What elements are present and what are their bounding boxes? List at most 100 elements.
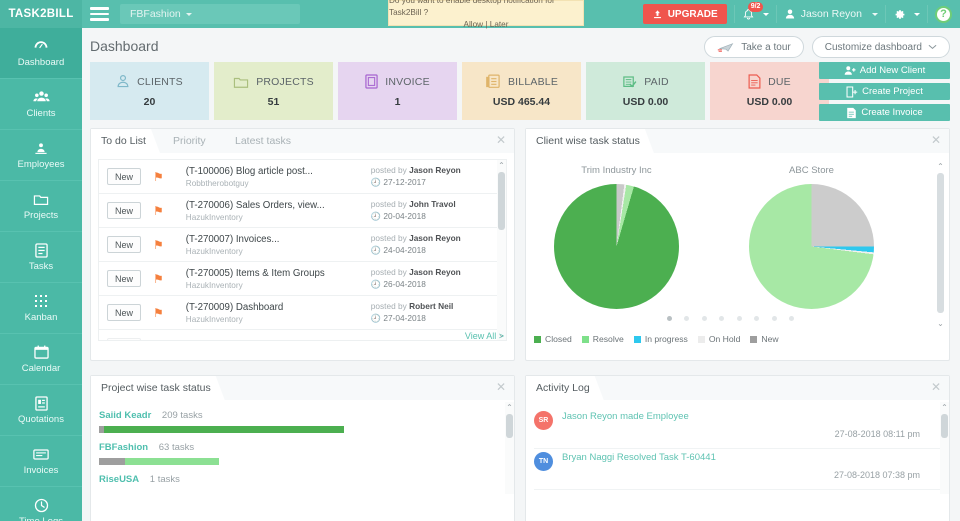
upgrade-button[interactable]: UPGRADE bbox=[642, 4, 727, 24]
status-badge[interactable]: New bbox=[107, 338, 142, 340]
sidebar-item-clients[interactable]: Clients bbox=[0, 79, 82, 130]
flag-icon[interactable]: ⚑ bbox=[153, 307, 164, 319]
tab-activity-log[interactable]: Activity Log bbox=[526, 376, 604, 400]
scroll-up-icon[interactable]: ⌃ bbox=[505, 403, 514, 412]
todo-row[interactable]: New ⚑ (T-100006) Blog article post... Ro… bbox=[99, 160, 506, 194]
todo-row[interactable]: New ⚑ (T-270005) Items & Item Groups Haz… bbox=[99, 262, 506, 296]
add-new-client-button[interactable]: Add New Client bbox=[819, 62, 950, 79]
scroll-up-icon[interactable]: ⌃ bbox=[497, 161, 506, 170]
pagination-dot[interactable] bbox=[719, 316, 725, 321]
todo-date-value: 27-12-2017 bbox=[383, 177, 426, 187]
sidebar-item-employees[interactable]: Employees bbox=[0, 130, 82, 181]
pagination-dot[interactable] bbox=[684, 316, 690, 321]
close-icon[interactable]: ✕ bbox=[496, 381, 506, 393]
sidebar-item-kanban[interactable]: Kanban bbox=[0, 283, 82, 334]
todo-scroll-area[interactable]: New ⚑ (T-100006) Blog article post... Ro… bbox=[98, 159, 507, 341]
scrollbar-vertical[interactable]: ⌃ ⌄ bbox=[497, 160, 506, 340]
tab-latest-tasks[interactable]: Latest tasks bbox=[225, 129, 305, 153]
scrollbar-vertical[interactable]: ⌃ bbox=[940, 402, 949, 494]
tab-client-wise-task-status[interactable]: Client wise task status bbox=[526, 129, 654, 153]
scrollbar-thumb[interactable] bbox=[941, 414, 948, 438]
scroll-up-icon[interactable]: ⌃ bbox=[940, 403, 949, 412]
project-name[interactable]: Saiid Keadr bbox=[99, 410, 151, 421]
flag-icon[interactable]: ⚑ bbox=[153, 205, 164, 217]
todo-row[interactable]: New ⚑ (T-270007) Invoices... HazukInvent… bbox=[99, 228, 506, 262]
create-project-button[interactable]: Create Project bbox=[819, 83, 950, 100]
todo-row[interactable]: New ⚑ (T-210002) Shipping rate posted by… bbox=[99, 330, 506, 342]
list-item[interactable]: RiseUSA 1 tasks bbox=[99, 474, 507, 485]
sidebar-item-quotations[interactable]: Quotations bbox=[0, 385, 82, 436]
tab-priority[interactable]: Priority bbox=[163, 129, 220, 153]
close-icon[interactable]: ✕ bbox=[496, 134, 506, 146]
tab-todo-list[interactable]: To do List bbox=[91, 129, 160, 153]
kpi-card-paid[interactable]: PAID USD 0.00 bbox=[586, 62, 705, 120]
scrollbar-thumb[interactable] bbox=[498, 172, 505, 230]
sidebar-item-projects[interactable]: Projects bbox=[0, 181, 82, 232]
app-logo[interactable]: TASK2BILL bbox=[0, 0, 82, 28]
view-all-link[interactable]: View All > bbox=[465, 331, 504, 341]
project-name[interactable]: RiseUSA bbox=[99, 474, 139, 485]
kpi-label: PAID bbox=[644, 75, 669, 88]
status-badge[interactable]: New bbox=[107, 168, 142, 185]
sidebar-item-dashboard[interactable]: Dashboard bbox=[0, 28, 82, 79]
status-badge[interactable]: New bbox=[107, 304, 142, 321]
pagination-dot[interactable] bbox=[736, 316, 742, 321]
sidebar-item-label: Employees bbox=[17, 159, 65, 170]
scroll-down-icon[interactable]: ⌄ bbox=[936, 319, 945, 328]
list-item[interactable]: Saiid Keadr 209 tasks bbox=[99, 410, 507, 433]
pagination-dot[interactable] bbox=[701, 316, 707, 321]
posted-by-name: John Travol bbox=[409, 199, 456, 209]
notification-allow-link[interactable]: Allow bbox=[464, 20, 484, 29]
activity-text[interactable]: Jason Reyon made Employee bbox=[562, 411, 689, 422]
scrollbar-vertical[interactable]: ⌃ ⌄ bbox=[936, 161, 945, 329]
flag-icon[interactable]: ⚑ bbox=[153, 273, 164, 285]
todo-row[interactable]: New ⚑ (T-270009) Dashboard HazukInventor… bbox=[99, 296, 506, 330]
status-badge[interactable]: New bbox=[107, 202, 142, 219]
flag-icon[interactable]: ⚑ bbox=[153, 341, 164, 342]
scrollbar-thumb[interactable] bbox=[506, 414, 513, 438]
list-item[interactable]: FBFashion 63 tasks bbox=[99, 442, 507, 465]
pagination-dot[interactable] bbox=[666, 316, 672, 321]
project-selector[interactable]: FBFashion bbox=[120, 4, 300, 24]
pie-graphic[interactable] bbox=[554, 184, 679, 309]
close-icon[interactable]: ✕ bbox=[931, 381, 941, 393]
customize-dashboard-button[interactable]: Customize dashboard bbox=[811, 36, 950, 58]
close-icon[interactable]: ✕ bbox=[931, 134, 941, 146]
flag-icon[interactable]: ⚑ bbox=[153, 171, 164, 183]
kpi-card-billable[interactable]: BILLABLE USD 465.44 bbox=[462, 62, 581, 120]
sidebar-item-time-logs[interactable]: Time Logs bbox=[0, 487, 82, 521]
pagination-dot[interactable] bbox=[771, 316, 777, 321]
activity-text[interactable]: Bryan Naggi Resolved Task T-60441 bbox=[562, 452, 716, 463]
pie-pagination-dots[interactable] bbox=[526, 308, 935, 326]
hamburger-icon[interactable] bbox=[82, 0, 116, 28]
settings-menu[interactable] bbox=[893, 8, 920, 21]
sidebar-item-invoices[interactable]: Invoices bbox=[0, 436, 82, 487]
todo-row[interactable]: New ⚑ (T-270006) Sales Orders, view... H… bbox=[99, 194, 506, 228]
notifications-button[interactable]: 9/2 bbox=[742, 1, 769, 21]
tab-project-wise-task-status[interactable]: Project wise task status bbox=[91, 376, 225, 400]
sidebar-item-tasks[interactable]: Tasks bbox=[0, 232, 82, 283]
project-name[interactable]: FBFashion bbox=[99, 442, 148, 453]
sidebar-item-calendar[interactable]: Calendar bbox=[0, 334, 82, 385]
kpi-card-invoice[interactable]: INVOICE 1 bbox=[338, 62, 457, 120]
pagination-dot[interactable] bbox=[754, 316, 760, 321]
notification-later-link[interactable]: Later bbox=[490, 20, 509, 29]
scroll-up-icon[interactable]: ⌃ bbox=[936, 162, 945, 171]
status-badge[interactable]: New bbox=[107, 270, 142, 287]
list-item[interactable]: TN Bryan Naggi Resolved Task T-60441 27-… bbox=[534, 449, 942, 490]
pie-graphic[interactable] bbox=[749, 184, 874, 309]
kpi-card-projects[interactable]: PROJECTS 51 bbox=[214, 62, 333, 120]
kpi-card-due[interactable]: DUE USD 0.00 bbox=[710, 62, 829, 120]
legend-item-resolve: Resolve bbox=[581, 334, 624, 344]
scrollbar-thumb[interactable] bbox=[937, 173, 944, 313]
scrollbar-vertical[interactable]: ⌃ bbox=[505, 402, 514, 494]
kpi-card-clients[interactable]: CLIENTS 20 bbox=[90, 62, 209, 120]
list-item[interactable]: SR Jason Reyon made Employee 27-08-2018 … bbox=[534, 408, 942, 449]
take-a-tour-button[interactable]: Take a tour bbox=[704, 36, 804, 58]
flag-icon[interactable]: ⚑ bbox=[153, 239, 164, 251]
help-icon[interactable]: ? bbox=[935, 5, 952, 23]
user-menu[interactable]: Jason Reyon bbox=[784, 8, 878, 20]
create-invoice-button[interactable]: Create Invoice bbox=[819, 104, 950, 121]
pagination-dot[interactable] bbox=[789, 316, 795, 321]
status-badge[interactable]: New bbox=[107, 236, 142, 253]
